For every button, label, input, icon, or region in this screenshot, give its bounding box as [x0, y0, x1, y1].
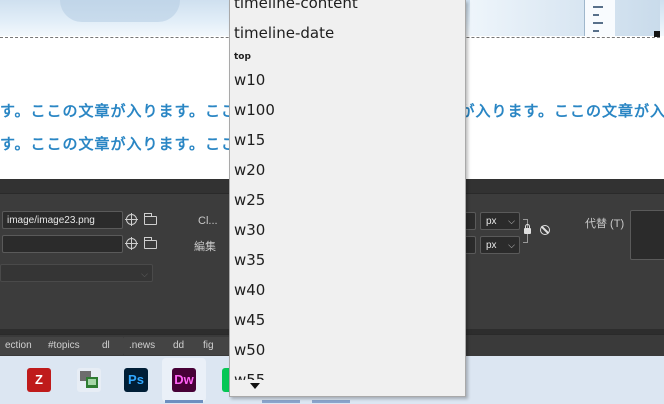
width-unit-select[interactable]: px ⌵	[480, 212, 520, 230]
dropdown-option[interactable]: w35	[234, 251, 265, 269]
class-label: Cl...	[198, 215, 218, 227]
dropdown-option[interactable]: w45	[234, 311, 265, 329]
edit-label: 編集	[194, 241, 216, 253]
scroll-down-arrow-icon[interactable]	[244, 380, 264, 392]
running-app-indicator	[312, 400, 350, 403]
tag-item[interactable]: .news	[124, 337, 174, 355]
chevron-down-icon: ⌵	[508, 240, 515, 250]
active-app-indicator	[165, 400, 203, 403]
reset-size-icon[interactable]	[540, 225, 550, 235]
dropdown-option[interactable]: w30	[234, 221, 265, 239]
running-app-indicator	[262, 400, 300, 403]
alt-label: 代替 (T)	[585, 218, 625, 230]
resize-handle[interactable]	[654, 31, 660, 37]
point-to-file-icon[interactable]	[125, 213, 138, 226]
dropdown-option[interactable]: w10	[234, 71, 265, 89]
alt-field[interactable]	[630, 210, 664, 260]
target-select[interactable]: ⌵	[0, 264, 153, 282]
dropdown-option[interactable]: w55	[234, 371, 265, 380]
point-to-file-icon[interactable]	[125, 237, 138, 250]
src-field[interactable]: image/image23.png	[2, 211, 123, 229]
image-shape	[470, 0, 660, 36]
lock-icon[interactable]	[524, 224, 531, 234]
dropdown-option[interactable]: timeline-content	[234, 0, 358, 12]
tag-item[interactable]: #topics	[43, 337, 105, 355]
dropdown-option[interactable]: w25	[234, 191, 265, 209]
class-dropdown-list[interactable]: timeline-content timeline-date top w10 w…	[229, 0, 466, 397]
filezilla-icon[interactable]: Z	[27, 368, 51, 392]
dropdown-option[interactable]: w20	[234, 161, 265, 179]
body-text-line: す。ここの文章が入ります。ここの	[0, 135, 254, 153]
network-icon[interactable]	[77, 368, 101, 392]
link-field[interactable]	[2, 235, 123, 253]
dropdown-group-label: top	[234, 52, 251, 62]
dreamweaver-icon[interactable]: Dw	[172, 368, 196, 392]
chevron-down-icon: ⌵	[141, 269, 148, 279]
dropdown-option[interactable]: w50	[234, 341, 265, 359]
dropdown-option[interactable]: timeline-date	[234, 24, 334, 42]
dropdown-option[interactable]: w40	[234, 281, 265, 299]
folder-icon[interactable]	[144, 213, 157, 225]
ruler-graphic	[584, 0, 615, 36]
network-glyph-icon	[80, 371, 98, 388]
height-unit-select[interactable]: px ⌵	[480, 236, 520, 254]
photoshop-icon[interactable]: Ps	[124, 368, 148, 392]
chevron-down-icon: ⌵	[508, 216, 515, 226]
image-shape	[60, 0, 180, 22]
dropdown-option[interactable]: w15	[234, 131, 265, 149]
folder-icon[interactable]	[144, 237, 157, 249]
dropdown-option[interactable]: w100	[234, 101, 275, 119]
